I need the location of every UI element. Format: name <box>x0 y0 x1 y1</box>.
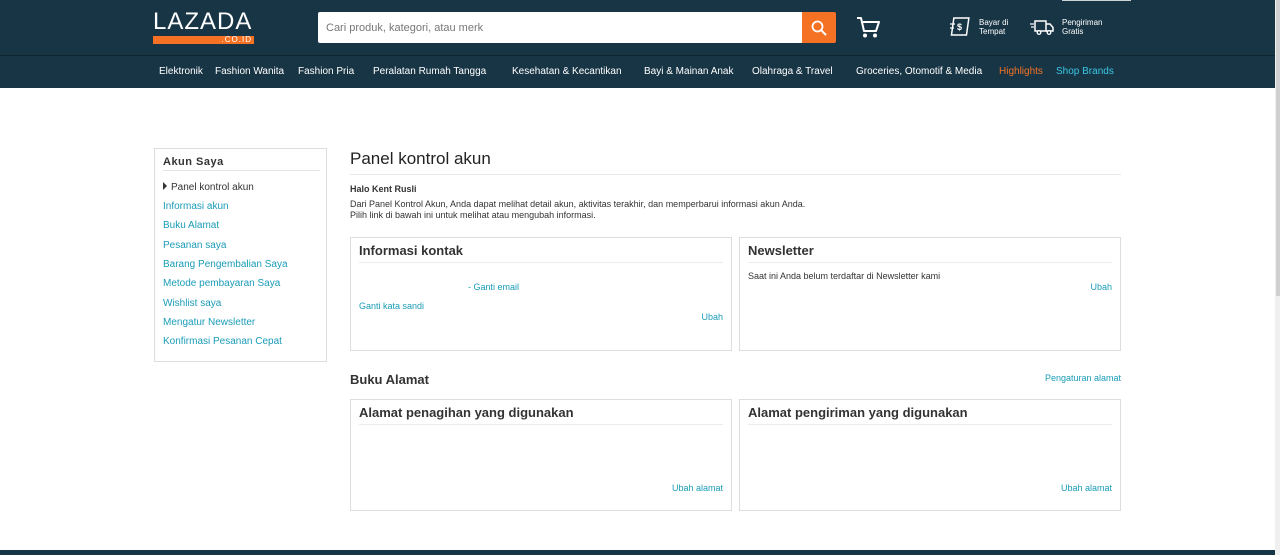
nav-item-home-appliances[interactable]: Peralatan Rumah Tangga <box>373 66 486 77</box>
free-shipping-link[interactable]: Pengiriman Gratis <box>1030 15 1102 39</box>
cash-on-delivery-icon: $ <box>950 17 970 36</box>
shipping-address-panel: Alamat pengiriman yang digunakan Ubah al… <box>739 399 1121 511</box>
panel-divider <box>359 262 723 263</box>
cash-on-delivery-label: Bayar di Tempat <box>979 18 1009 36</box>
manage-addresses-link[interactable]: Pengaturan alamat <box>1045 373 1121 383</box>
shipping-address-title: Alamat pengiriman yang digunakan <box>748 405 968 420</box>
logo-domain: .CO.ID <box>221 35 252 44</box>
newsletter-panel: Newsletter Saat ini Anda belum terdaftar… <box>739 237 1121 351</box>
edit-newsletter-link[interactable]: Ubah <box>1090 282 1112 292</box>
contact-info-title: Informasi kontak <box>359 243 464 258</box>
sidebar-item-orders[interactable]: Pesanan saya <box>163 240 226 251</box>
header-accent-line <box>1062 0 1131 1</box>
nav-item-baby-toys[interactable]: Bayi & Mainan Anak <box>644 66 734 77</box>
footer-bar <box>0 550 1275 555</box>
nav-item-electronics[interactable]: Elektronik <box>159 66 203 77</box>
panel-divider <box>748 424 1112 425</box>
sidebar-item-wishlist[interactable]: Wishlist saya <box>163 298 221 309</box>
logo-wordmark: LAZADA <box>153 8 253 35</box>
svg-text:$: $ <box>957 22 962 32</box>
panel-divider <box>359 424 723 425</box>
nav-item-mens-fashion[interactable]: Fashion Pria <box>298 66 354 77</box>
greeting: Halo Kent Rusli <box>350 184 417 194</box>
nav-item-womens-fashion[interactable]: Fashion Wanita <box>215 66 284 77</box>
nav-item-sports-travel[interactable]: Olahraga & Travel <box>752 66 833 77</box>
cart-icon <box>857 17 880 38</box>
sidebar-item-returns[interactable]: Barang Pengembalian Saya <box>163 259 288 270</box>
account-sidebar: Akun Saya Panel kontrol akun Informasi a… <box>154 148 327 362</box>
newsletter-status: Saat ini Anda belum terdaftar di Newslet… <box>748 271 941 281</box>
intro-text: Dari Panel Kontrol Akun, Anda dapat meli… <box>350 199 806 220</box>
sidebar-item-address-book[interactable]: Buku Alamat <box>163 220 219 231</box>
nav-item-highlights[interactable]: Highlights <box>999 66 1043 77</box>
scrollbar-thumb[interactable] <box>1276 0 1280 296</box>
search-input[interactable] <box>318 12 802 43</box>
sidebar-item-account-info[interactable]: Informasi akun <box>163 201 229 212</box>
search-icon <box>811 20 827 35</box>
sidebar-item-dashboard[interactable]: Panel kontrol akun <box>163 182 254 193</box>
nav-item-groceries-automotive-media[interactable]: Groceries, Otomotif & Media <box>856 66 982 77</box>
panel-divider <box>748 262 1112 263</box>
billing-address-panel: Alamat penagihan yang digunakan Ubah ala… <box>350 399 732 511</box>
title-divider <box>350 174 1121 175</box>
cash-on-delivery-link[interactable]: $ Bayar di Tempat <box>950 15 1008 39</box>
sidebar-item-quick-order[interactable]: Konfirmasi Pesanan Cepat <box>163 336 282 347</box>
sidebar-divider <box>163 170 320 171</box>
billing-address-title: Alamat penagihan yang digunakan <box>359 405 574 420</box>
change-email-link[interactable]: - Ganti email <box>468 282 519 292</box>
category-nav: Elektronik Fashion Wanita Fashion Pria P… <box>0 56 1275 88</box>
newsletter-title: Newsletter <box>748 243 814 258</box>
address-book-title: Buku Alamat <box>350 372 429 387</box>
edit-contact-link[interactable]: Ubah <box>701 312 723 322</box>
cart-button[interactable] <box>855 15 881 39</box>
edit-billing-address-link[interactable]: Ubah alamat <box>672 483 723 493</box>
search-button[interactable] <box>802 12 836 43</box>
lazada-logo[interactable]: LAZADA .CO.ID <box>153 8 254 44</box>
contact-info-panel: Informasi kontak - Ganti email Ganti kat… <box>350 237 732 351</box>
sidebar-item-label: Panel kontrol akun <box>171 182 254 193</box>
sidebar-item-payment-methods[interactable]: Metode pembayaran Saya <box>163 278 280 289</box>
edit-shipping-address-link[interactable]: Ubah alamat <box>1061 483 1112 493</box>
truck-icon <box>1030 20 1054 35</box>
nav-item-health-beauty[interactable]: Kesehatan & Kecantikan <box>512 66 622 77</box>
sidebar-item-newsletter[interactable]: Mengatur Newsletter <box>163 317 255 328</box>
free-shipping-label: Pengiriman Gratis <box>1062 18 1103 36</box>
nav-item-shop-brands[interactable]: Shop Brands <box>1056 66 1114 77</box>
change-password-link[interactable]: Ganti kata sandi <box>359 301 424 311</box>
page-title: Panel kontrol akun <box>350 149 491 168</box>
chevron-right-icon <box>163 182 167 190</box>
sidebar-title: Akun Saya <box>163 156 224 168</box>
